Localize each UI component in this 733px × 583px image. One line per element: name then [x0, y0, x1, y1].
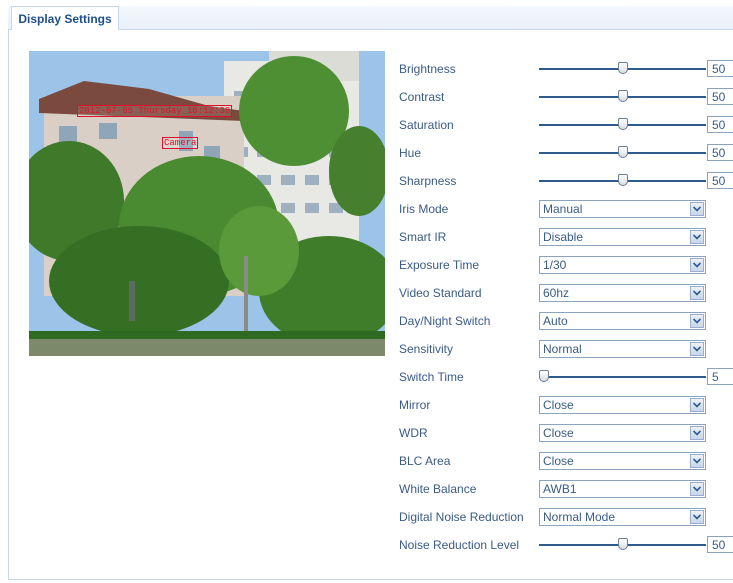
digital-noise-reduction-select[interactable]: Normal Mode [539, 508, 706, 526]
exposure-time-selected-value: 1/30 [543, 258, 567, 272]
osd-datetime: 2012-07-05 Thursday 10:12:38 [77, 105, 233, 117]
video-standard-label: Video Standard [399, 286, 482, 300]
noise-reduction-level-value-field[interactable]: 50 [707, 536, 733, 553]
blc-area-label: BLC Area [399, 454, 451, 468]
saturation-slider-thumb[interactable] [617, 118, 628, 130]
noise-reduction-level-slider-thumb[interactable] [617, 538, 628, 550]
digital-noise-reduction-label: Digital Noise Reduction [399, 510, 524, 524]
tab-bar: Display Settings [8, 6, 733, 31]
switch-time-label: Switch Time [399, 370, 464, 384]
setting-row-digital-noise-reduction: Digital Noise Reduction Normal Mode [399, 507, 733, 527]
chevron-down-icon[interactable] [690, 342, 704, 356]
sensitivity-select[interactable]: Normal [539, 340, 706, 358]
smart-ir-select[interactable]: Disable [539, 228, 706, 246]
hue-slider-thumb[interactable] [617, 146, 628, 158]
noise-reduction-level-slider[interactable] [539, 537, 706, 553]
setting-row-saturation: Saturation 50 [399, 115, 733, 135]
setting-row-sharpness: Sharpness 50 [399, 171, 733, 191]
day-night-switch-select[interactable]: Auto [539, 312, 706, 330]
setting-row-hue: Hue 50 [399, 143, 733, 163]
camera-scene-image [29, 51, 385, 356]
day-night-switch-selected-value: Auto [543, 314, 568, 328]
blc-area-select[interactable]: Close [539, 452, 706, 470]
saturation-label: Saturation [399, 118, 454, 132]
smart-ir-selected-value: Disable [543, 230, 584, 244]
white-balance-select[interactable]: AWB1 [539, 480, 706, 498]
sensitivity-label: Sensitivity [399, 342, 454, 356]
setting-row-white-balance: White Balance AWB1 [399, 479, 733, 499]
contrast-value-field[interactable]: 50 [707, 88, 733, 105]
noise-reduction-level-label: Noise Reduction Level [399, 538, 520, 552]
setting-row-noise-reduction-level: Noise Reduction Level 50 [399, 535, 733, 555]
chevron-down-icon[interactable] [690, 426, 704, 440]
white-balance-selected-value: AWB1 [543, 482, 577, 496]
setting-row-sensitivity: Sensitivity Normal [399, 339, 733, 359]
setting-row-day-night-switch: Day/Night Switch Auto [399, 311, 733, 331]
setting-row-contrast: Contrast 50 [399, 87, 733, 107]
video-standard-selected-value: 60hz [543, 286, 570, 300]
setting-row-iris-mode: Iris Mode Manual [399, 199, 733, 219]
chevron-down-icon[interactable] [690, 398, 704, 412]
wdr-select[interactable]: Close [539, 424, 706, 442]
sharpness-value-field[interactable]: 50 [707, 172, 733, 189]
chevron-down-icon[interactable] [690, 202, 704, 216]
contrast-slider[interactable] [539, 89, 706, 105]
iris-mode-label: Iris Mode [399, 202, 449, 216]
video-preview[interactable]: 2012-07-05 Thursday 10:12:38 Camera [29, 51, 385, 356]
setting-row-switch-time: Switch Time 5 [399, 367, 733, 387]
setting-row-blc-area: BLC Area Close [399, 451, 733, 471]
white-balance-label: White Balance [399, 482, 477, 496]
setting-row-video-standard: Video Standard 60hz [399, 283, 733, 303]
saturation-value-field[interactable]: 50 [707, 116, 733, 133]
switch-time-slider[interactable] [539, 369, 706, 385]
contrast-label: Contrast [399, 90, 445, 104]
exposure-time-label: Exposure Time [399, 258, 480, 272]
brightness-slider[interactable] [539, 61, 706, 77]
iris-mode-selected-value: Manual [543, 202, 583, 216]
brightness-slider-thumb[interactable] [617, 62, 628, 74]
video-standard-select[interactable]: 60hz [539, 284, 706, 302]
saturation-slider[interactable] [539, 117, 706, 133]
brightness-label: Brightness [399, 62, 456, 76]
sharpness-slider-thumb[interactable] [617, 174, 628, 186]
wdr-label: WDR [399, 426, 428, 440]
setting-row-mirror: Mirror Close [399, 395, 733, 415]
digital-noise-reduction-selected-value: Normal Mode [543, 510, 616, 524]
mirror-select[interactable]: Close [539, 396, 706, 414]
wdr-selected-value: Close [543, 426, 574, 440]
chevron-down-icon[interactable] [690, 314, 704, 328]
sensitivity-selected-value: Normal [543, 342, 582, 356]
day-night-switch-label: Day/Night Switch [399, 314, 491, 328]
chevron-down-icon[interactable] [690, 510, 704, 524]
hue-slider[interactable] [539, 145, 706, 161]
switch-time-slider-thumb[interactable] [539, 370, 549, 382]
mirror-selected-value: Close [543, 398, 574, 412]
setting-row-brightness: Brightness 50 [399, 59, 733, 79]
contrast-slider-thumb[interactable] [617, 90, 628, 102]
hue-label: Hue [399, 146, 422, 160]
smart-ir-label: Smart IR [399, 230, 447, 244]
chevron-down-icon[interactable] [690, 454, 704, 468]
chevron-down-icon[interactable] [690, 230, 704, 244]
blc-area-selected-value: Close [543, 454, 574, 468]
sharpness-slider[interactable] [539, 173, 706, 189]
chevron-down-icon[interactable] [690, 482, 704, 496]
setting-row-exposure-time: Exposure Time 1/30 [399, 255, 733, 275]
mirror-label: Mirror [399, 398, 431, 412]
setting-row-smart-ir: Smart IR Disable [399, 227, 733, 247]
switch-time-value-field[interactable]: 5 [707, 368, 733, 385]
exposure-time-select[interactable]: 1/30 [539, 256, 706, 274]
hue-value-field[interactable]: 50 [707, 144, 733, 161]
setting-row-wdr: WDR Close [399, 423, 733, 443]
tab-display-settings[interactable]: Display Settings [11, 6, 119, 31]
osd-camera-name: Camera [162, 137, 199, 149]
iris-mode-select[interactable]: Manual [539, 200, 706, 218]
chevron-down-icon[interactable] [690, 286, 704, 300]
brightness-value-field[interactable]: 50 [707, 60, 733, 77]
chevron-down-icon[interactable] [690, 258, 704, 272]
sharpness-label: Sharpness [399, 174, 457, 188]
switch-time-slider-track [539, 376, 706, 378]
